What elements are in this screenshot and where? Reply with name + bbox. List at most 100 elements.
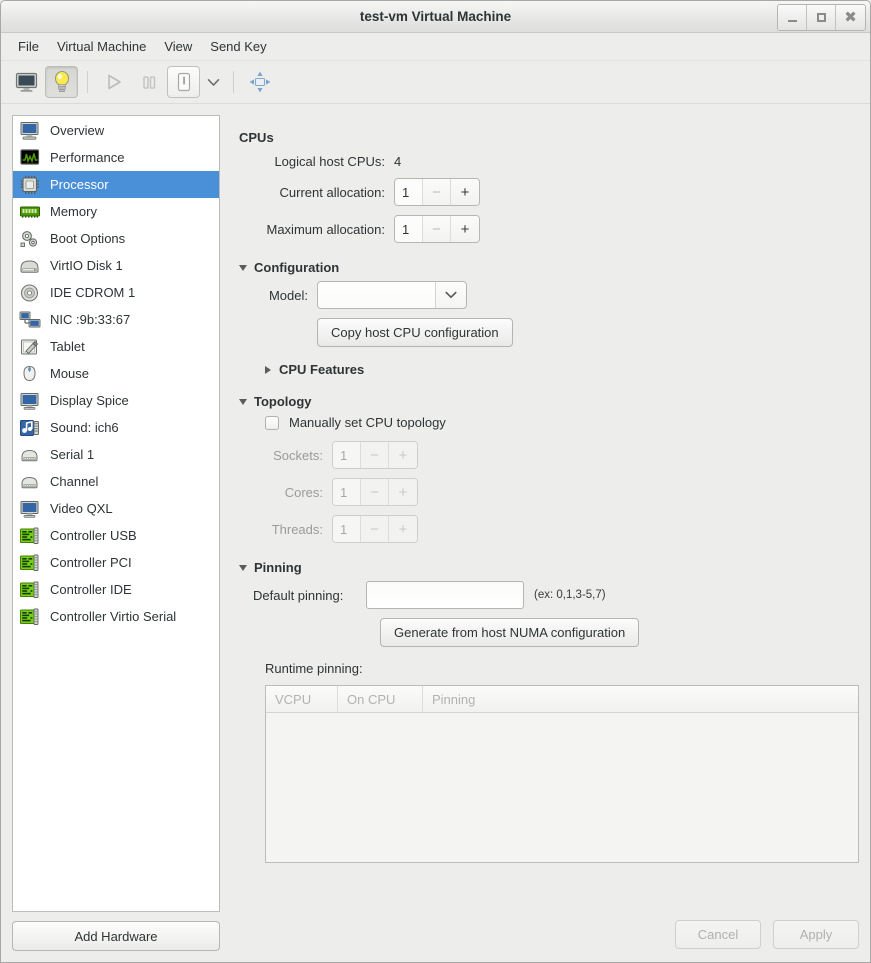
sidebar-item-memory[interactable]: Memory	[13, 198, 219, 225]
current-allocation-stepper[interactable]: 1 − +	[394, 178, 480, 206]
sidebar-item-controller-usb[interactable]: Controller USB	[13, 522, 219, 549]
sidebar-item-mouse[interactable]: Mouse	[13, 360, 219, 387]
menu-view[interactable]: View	[155, 36, 201, 57]
column-header-on-cpu[interactable]: On CPU	[338, 686, 423, 712]
sidebar-item-virtio-disk-1[interactable]: VirtIO Disk 1	[13, 252, 219, 279]
sidebar-item-label: Mouse	[50, 366, 90, 381]
show-details-button[interactable]	[45, 66, 78, 98]
sidebar-item-label: Display Spice	[50, 393, 129, 408]
window-controls: ✖	[777, 4, 866, 31]
sidebar-item-label: Controller Virtio Serial	[50, 609, 177, 624]
sockets-stepper[interactable]: 1 − +	[332, 441, 418, 469]
sound-icon	[19, 418, 41, 438]
sidebar-item-video-qxl[interactable]: Video QXL	[13, 495, 219, 522]
menu-file[interactable]: File	[9, 36, 48, 57]
serial-icon	[19, 445, 41, 465]
copy-host-cpu-configuration-button[interactable]: Copy host CPU configuration	[317, 318, 513, 347]
sockets-decrement[interactable]: −	[361, 442, 389, 468]
sidebar-item-serial-1[interactable]: Serial 1	[13, 441, 219, 468]
cpu-model-value	[318, 282, 436, 308]
sidebar-item-sound[interactable]: Sound: ich6	[13, 414, 219, 441]
cores-increment[interactable]: +	[389, 479, 417, 505]
display-icon	[19, 499, 41, 519]
sidebar-item-ide-cdrom-1[interactable]: IDE CDROM 1	[13, 279, 219, 306]
shutdown-dropdown-button[interactable]	[202, 66, 224, 98]
cpu-model-select[interactable]	[317, 281, 467, 309]
hardware-list[interactable]: Overview Performance Processor Memory Bo…	[12, 115, 220, 912]
play-icon	[107, 74, 121, 90]
sidebar-item-performance[interactable]: Performance	[13, 144, 219, 171]
runtime-pinning-table[interactable]: VCPU On CPU Pinning	[265, 685, 859, 863]
sidebar-item-tablet[interactable]: Tablet	[13, 333, 219, 360]
cores-stepper[interactable]: 1 − +	[332, 478, 418, 506]
sidebar-item-nic[interactable]: NIC :9b:33:67	[13, 306, 219, 333]
close-button[interactable]: ✖	[836, 5, 865, 30]
sidebar-item-label: Tablet	[50, 339, 85, 354]
cancel-button[interactable]: Cancel	[675, 920, 761, 949]
apply-button[interactable]: Apply	[773, 920, 859, 949]
threads-increment[interactable]: +	[389, 516, 417, 542]
cpu-features-expander[interactable]: CPU Features	[265, 362, 859, 377]
cores-value: 1	[333, 479, 361, 505]
toolbar-separator	[87, 71, 88, 93]
logical-host-cpus-value: 4	[394, 154, 402, 169]
lightbulb-icon	[54, 70, 69, 93]
sidebar-item-controller-pci[interactable]: Controller PCI	[13, 549, 219, 576]
minimize-button[interactable]	[778, 5, 807, 30]
run-button[interactable]	[97, 66, 130, 98]
sidebar-item-boot-options[interactable]: Boot Options	[13, 225, 219, 252]
sidebar-item-controller-ide[interactable]: Controller IDE	[13, 576, 219, 603]
sockets-row: Sockets: 1 − +	[239, 441, 859, 469]
menu-send-key[interactable]: Send Key	[201, 36, 275, 57]
sidebar-item-controller-virtio-serial[interactable]: Controller Virtio Serial	[13, 603, 219, 630]
generate-from-host-numa-button[interactable]: Generate from host NUMA configuration	[380, 618, 640, 647]
shutdown-button[interactable]	[167, 66, 200, 98]
sidebar-item-label: Controller PCI	[50, 555, 132, 570]
default-pinning-input[interactable]	[366, 581, 524, 609]
threads-decrement[interactable]: −	[361, 516, 389, 542]
column-header-vcpu[interactable]: VCPU	[266, 686, 338, 712]
detail-scroll-area: CPUs Logical host CPUs: 4 Current alloca…	[239, 115, 859, 951]
sockets-label: Sockets:	[273, 447, 323, 463]
cores-decrement[interactable]: −	[361, 479, 389, 505]
menu-virtual-machine[interactable]: Virtual Machine	[48, 36, 155, 57]
current-allocation-row: Current allocation: 1 − +	[239, 178, 859, 206]
column-header-pinning[interactable]: Pinning	[423, 686, 858, 712]
maximize-button[interactable]	[807, 5, 836, 30]
maximum-allocation-increment[interactable]: +	[451, 216, 479, 242]
pause-button[interactable]	[132, 66, 165, 98]
cpu-features-label: CPU Features	[279, 362, 365, 377]
generate-numa-row: Generate from host NUMA configuration	[380, 618, 859, 647]
configuration-expander[interactable]: Configuration	[239, 260, 859, 275]
sidebar-item-channel[interactable]: Channel	[13, 468, 219, 495]
manually-set-cpu-topology-checkbox[interactable]: Manually set CPU topology	[265, 415, 859, 430]
fullscreen-button[interactable]	[243, 66, 276, 98]
maximum-allocation-decrement[interactable]: −	[423, 216, 451, 242]
add-hardware-button[interactable]: Add Hardware	[12, 921, 220, 951]
current-allocation-value[interactable]: 1	[395, 179, 423, 205]
hardware-sidebar: Overview Performance Processor Memory Bo…	[12, 115, 220, 951]
triangle-down-icon	[239, 564, 247, 571]
triangle-down-icon	[239, 398, 247, 405]
manually-set-cpu-topology-label: Manually set CPU topology	[289, 415, 446, 430]
display-icon	[19, 391, 41, 411]
runtime-pinning-label: Runtime pinning:	[265, 661, 363, 676]
maximum-allocation-stepper[interactable]: 1 − +	[394, 215, 480, 243]
sidebar-item-overview[interactable]: Overview	[13, 117, 219, 144]
show-console-button[interactable]	[10, 66, 43, 98]
pinning-expander[interactable]: Pinning	[239, 560, 859, 575]
window-title: test-vm Virtual Machine	[359, 9, 512, 24]
current-allocation-decrement[interactable]: −	[423, 179, 451, 205]
pause-icon	[142, 76, 155, 89]
topology-expander[interactable]: Topology	[239, 394, 859, 409]
topology-heading: Topology	[254, 394, 312, 409]
sidebar-item-label: Controller IDE	[50, 582, 132, 597]
mouse-icon	[19, 364, 41, 384]
sockets-increment[interactable]: +	[389, 442, 417, 468]
threads-stepper[interactable]: 1 − +	[332, 515, 418, 543]
sidebar-item-label: Controller USB	[50, 528, 137, 543]
sidebar-item-display-spice[interactable]: Display Spice	[13, 387, 219, 414]
sidebar-item-processor[interactable]: Processor	[13, 171, 219, 198]
maximum-allocation-value[interactable]: 1	[395, 216, 423, 242]
current-allocation-increment[interactable]: +	[451, 179, 479, 205]
